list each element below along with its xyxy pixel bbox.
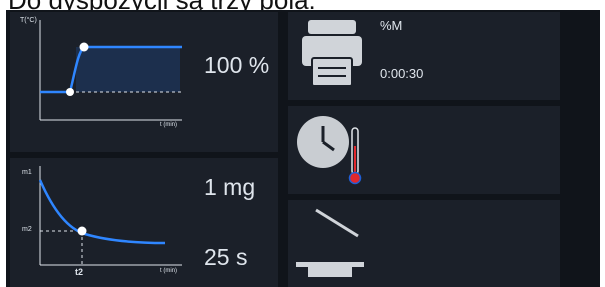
t2-point (77, 226, 87, 236)
thermometer-icon (348, 127, 362, 185)
temperature-chart (39, 20, 182, 121)
plateau-point (79, 42, 89, 52)
x-axis-label: t (min) (160, 268, 177, 274)
printer-icon (302, 20, 362, 87)
temperature-profile-tile[interactable]: T(°C) t (min) 100 % (10, 12, 278, 152)
pan-icon (296, 208, 364, 277)
time-value: 25 s (204, 244, 248, 270)
interval-time: 0:00:30 (380, 66, 424, 81)
drying-curve (38, 179, 166, 245)
start-point (66, 88, 74, 96)
power-value: 100 % (204, 52, 270, 78)
plateau-area (76, 47, 180, 92)
m2-label: m2 (22, 226, 32, 233)
mass-value: 1 mg (204, 174, 256, 200)
time-temperature-field[interactable] (288, 106, 560, 194)
m1-label: m1 (22, 169, 32, 176)
t2-label: t2 (75, 267, 84, 277)
x-axis-label: t (min) (160, 122, 177, 128)
unit-label: %M (380, 18, 403, 33)
print-field[interactable]: %M 0:00:30 (288, 12, 560, 100)
mass-profile-tile[interactable]: m1 m2 t2 t (min) 1 mg 25 s (10, 158, 278, 287)
y-axis-label: T(°C) (20, 17, 37, 24)
balance-field[interactable] (288, 200, 560, 287)
screen: T(°C) t (min) 100 % m1 m2 t2 t (min) 1 m… (6, 10, 600, 287)
